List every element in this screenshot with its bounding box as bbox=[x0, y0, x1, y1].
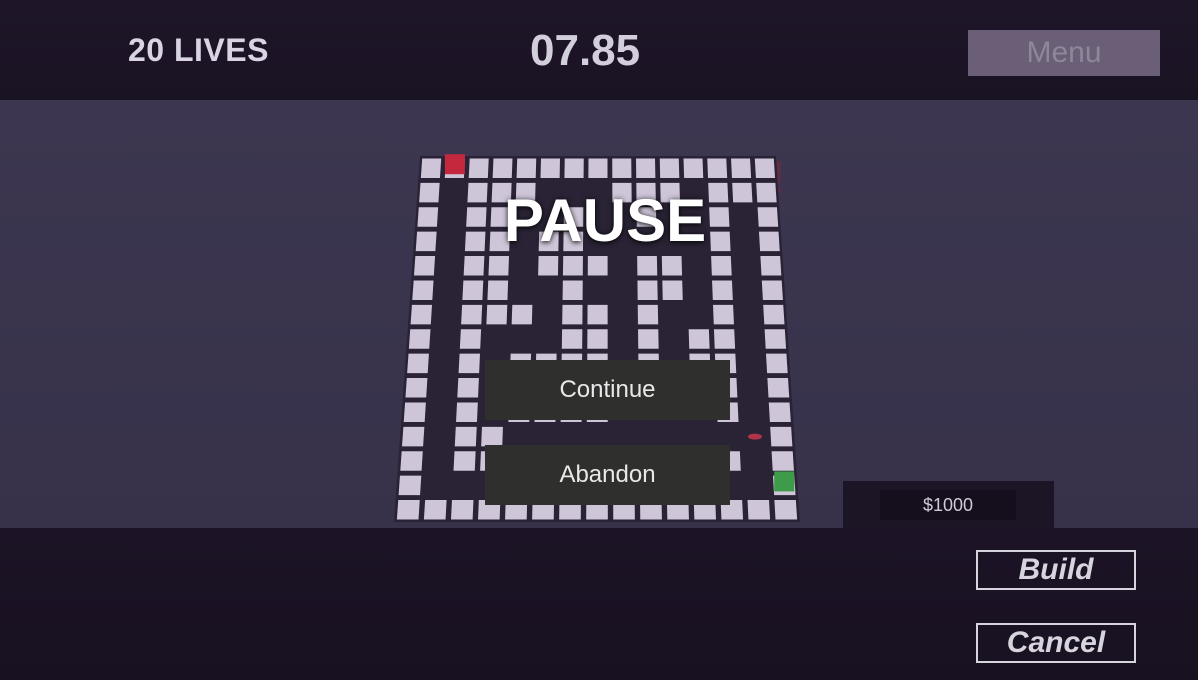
wall-tile[interactable] bbox=[683, 158, 704, 178]
wall-tile[interactable] bbox=[408, 329, 431, 349]
wall-tile[interactable] bbox=[637, 304, 659, 325]
wall-tile[interactable] bbox=[459, 329, 482, 349]
wall-tile[interactable] bbox=[562, 280, 583, 300]
wall-tile[interactable] bbox=[562, 256, 583, 276]
wall-tile[interactable] bbox=[456, 402, 478, 422]
abandon-button[interactable]: Abandon bbox=[485, 445, 730, 505]
wall-tile[interactable] bbox=[768, 402, 791, 422]
wall-tile[interactable] bbox=[450, 500, 474, 520]
wall-tile[interactable] bbox=[711, 256, 732, 276]
wall-tile[interactable] bbox=[761, 280, 783, 300]
red-spawn-cube-icon bbox=[444, 154, 465, 175]
wall-tile[interactable] bbox=[423, 500, 447, 520]
wall-tile[interactable] bbox=[662, 280, 683, 300]
wall-tile[interactable] bbox=[713, 329, 736, 349]
wall-tile[interactable] bbox=[688, 329, 710, 349]
wall-tile[interactable] bbox=[398, 475, 422, 496]
wall-tile[interactable] bbox=[757, 207, 779, 227]
wall-tile[interactable] bbox=[661, 256, 683, 276]
wall-tile[interactable] bbox=[564, 158, 584, 178]
wall-tile[interactable] bbox=[587, 304, 608, 325]
wall-tile[interactable] bbox=[712, 280, 733, 300]
wall-tile[interactable] bbox=[458, 353, 481, 374]
wall-tile[interactable] bbox=[760, 256, 782, 276]
wall-tile[interactable] bbox=[659, 158, 680, 178]
wall-tile[interactable] bbox=[402, 426, 425, 447]
wall-tile[interactable] bbox=[396, 500, 420, 520]
wall-tile[interactable] bbox=[707, 158, 728, 178]
wall-tile[interactable] bbox=[731, 158, 752, 178]
continue-button[interactable]: Continue bbox=[485, 360, 730, 420]
wall-tile[interactable] bbox=[405, 378, 428, 398]
wall-tile[interactable] bbox=[765, 353, 788, 374]
wall-tile[interactable] bbox=[488, 256, 510, 276]
wall-tile[interactable] bbox=[461, 304, 483, 325]
wall-tile[interactable] bbox=[747, 500, 771, 520]
wall-tile[interactable] bbox=[767, 378, 790, 398]
wall-tile[interactable] bbox=[511, 304, 533, 325]
wall-tile[interactable] bbox=[764, 329, 787, 349]
wall-tile[interactable] bbox=[587, 256, 608, 276]
wall-tile[interactable] bbox=[771, 451, 794, 471]
wall-tile[interactable] bbox=[420, 158, 442, 178]
wall-tile[interactable] bbox=[419, 182, 440, 203]
wall-tile[interactable] bbox=[457, 378, 479, 398]
wall-tile[interactable] bbox=[758, 231, 780, 252]
wall-tile[interactable] bbox=[492, 158, 513, 178]
wall-tile[interactable] bbox=[407, 353, 429, 374]
wall-tile[interactable] bbox=[540, 158, 560, 178]
wall-tile[interactable] bbox=[486, 304, 508, 325]
wall-tile[interactable] bbox=[417, 207, 439, 227]
wall-tile[interactable] bbox=[561, 329, 583, 349]
wall-tile[interactable] bbox=[481, 426, 503, 447]
wall-tile[interactable] bbox=[410, 304, 433, 325]
wall-tile[interactable] bbox=[763, 304, 785, 325]
wall-tile[interactable] bbox=[637, 280, 658, 300]
build-button[interactable]: Build bbox=[976, 550, 1136, 590]
wall-tile[interactable] bbox=[637, 256, 658, 276]
enemy-icon bbox=[747, 433, 762, 440]
wall-tile[interactable] bbox=[638, 329, 659, 349]
wall-tile[interactable] bbox=[462, 280, 484, 300]
wall-tile[interactable] bbox=[487, 280, 509, 300]
wall-tile[interactable] bbox=[413, 256, 436, 276]
wall-tile[interactable] bbox=[538, 256, 559, 276]
wall-tile[interactable] bbox=[516, 158, 537, 178]
wall-tile[interactable] bbox=[415, 231, 437, 252]
wall-tile[interactable] bbox=[562, 304, 583, 325]
wall-tile[interactable] bbox=[463, 256, 485, 276]
wall-tile[interactable] bbox=[587, 329, 608, 349]
wall-tile[interactable] bbox=[612, 158, 632, 178]
pause-title: PAUSE bbox=[503, 187, 707, 254]
money-value: $1000 bbox=[880, 490, 1016, 520]
wall-tile[interactable] bbox=[403, 402, 426, 422]
wall-tile[interactable] bbox=[400, 451, 423, 471]
wall-tile[interactable] bbox=[468, 158, 489, 178]
wall-tile[interactable] bbox=[754, 158, 776, 178]
wall-tile[interactable] bbox=[454, 426, 477, 447]
wall-tile[interactable] bbox=[453, 451, 476, 471]
wall-tile[interactable] bbox=[713, 304, 734, 325]
cancel-button[interactable]: Cancel bbox=[976, 623, 1136, 663]
wall-tile[interactable] bbox=[412, 280, 434, 300]
wall-tile[interactable] bbox=[636, 158, 656, 178]
wall-tile[interactable] bbox=[770, 426, 793, 447]
green-goal-cube-icon bbox=[774, 471, 795, 492]
wall-tile[interactable] bbox=[774, 500, 798, 520]
wall-tile[interactable] bbox=[588, 158, 608, 178]
